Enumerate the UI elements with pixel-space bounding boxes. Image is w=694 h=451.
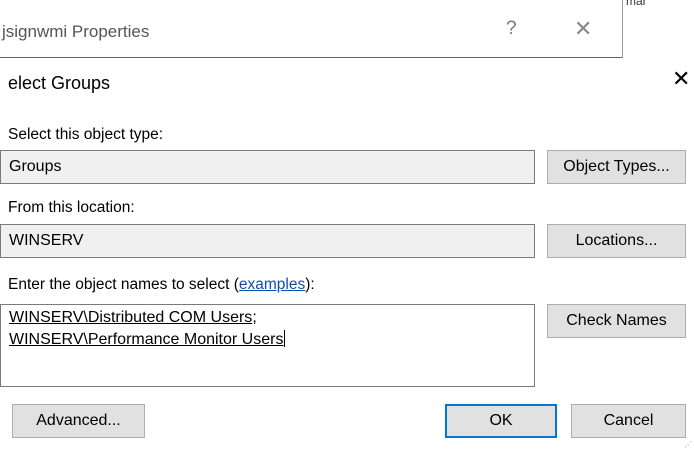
dialog-title: elect Groups <box>8 73 111 93</box>
object-names-label-suffix: ): <box>305 276 315 293</box>
name-separator: ; <box>252 309 257 326</box>
object-type-field: Groups <box>0 150 535 184</box>
object-names-input[interactable]: WINSERV\Distributed COM Users; WINSERV\P… <box>0 304 535 387</box>
cancel-button[interactable]: Cancel <box>571 404 686 438</box>
background-text-fragment: mar <box>626 0 647 8</box>
object-name-line: WINSERV\Performance Monitor Users <box>9 329 534 351</box>
properties-window-title: jsignwmi Properties <box>2 22 150 41</box>
resolved-name: WINSERV\Distributed COM Users <box>9 309 253 326</box>
close-icon[interactable]: ✕ <box>574 16 592 42</box>
advanced-button[interactable]: Advanced... <box>12 404 145 438</box>
background-window-edge: mar <box>622 0 694 58</box>
screen: jsignwmi Properties ? ✕ mar elect Groups… <box>0 0 694 451</box>
select-groups-dialog: elect Groups ✕ Select this object type: … <box>0 58 694 451</box>
locations-button[interactable]: Locations... <box>547 224 686 258</box>
properties-window-titlebar: jsignwmi Properties ? ✕ <box>0 0 622 58</box>
object-name-line: WINSERV\Distributed COM Users; <box>9 307 534 329</box>
examples-link[interactable]: examples <box>239 276 305 293</box>
dialog-close-icon[interactable]: ✕ <box>672 68 690 90</box>
text-caret <box>284 330 286 347</box>
resize-grip-icon[interactable]: ⋰ <box>684 440 692 449</box>
object-names-label-prefix: Enter the object names to select ( <box>8 276 239 293</box>
object-types-button[interactable]: Object Types... <box>547 150 686 184</box>
resolved-name: WINSERV\Performance Monitor Users <box>9 331 284 348</box>
object-names-label: Enter the object names to select (exampl… <box>8 276 315 294</box>
help-icon[interactable]: ? <box>506 18 517 40</box>
object-type-label: Select this object type: <box>8 126 164 143</box>
location-label: From this location: <box>8 199 135 216</box>
ok-button[interactable]: OK <box>445 404 557 438</box>
check-names-button[interactable]: Check Names <box>547 304 686 338</box>
location-field: WINSERV <box>0 224 535 258</box>
